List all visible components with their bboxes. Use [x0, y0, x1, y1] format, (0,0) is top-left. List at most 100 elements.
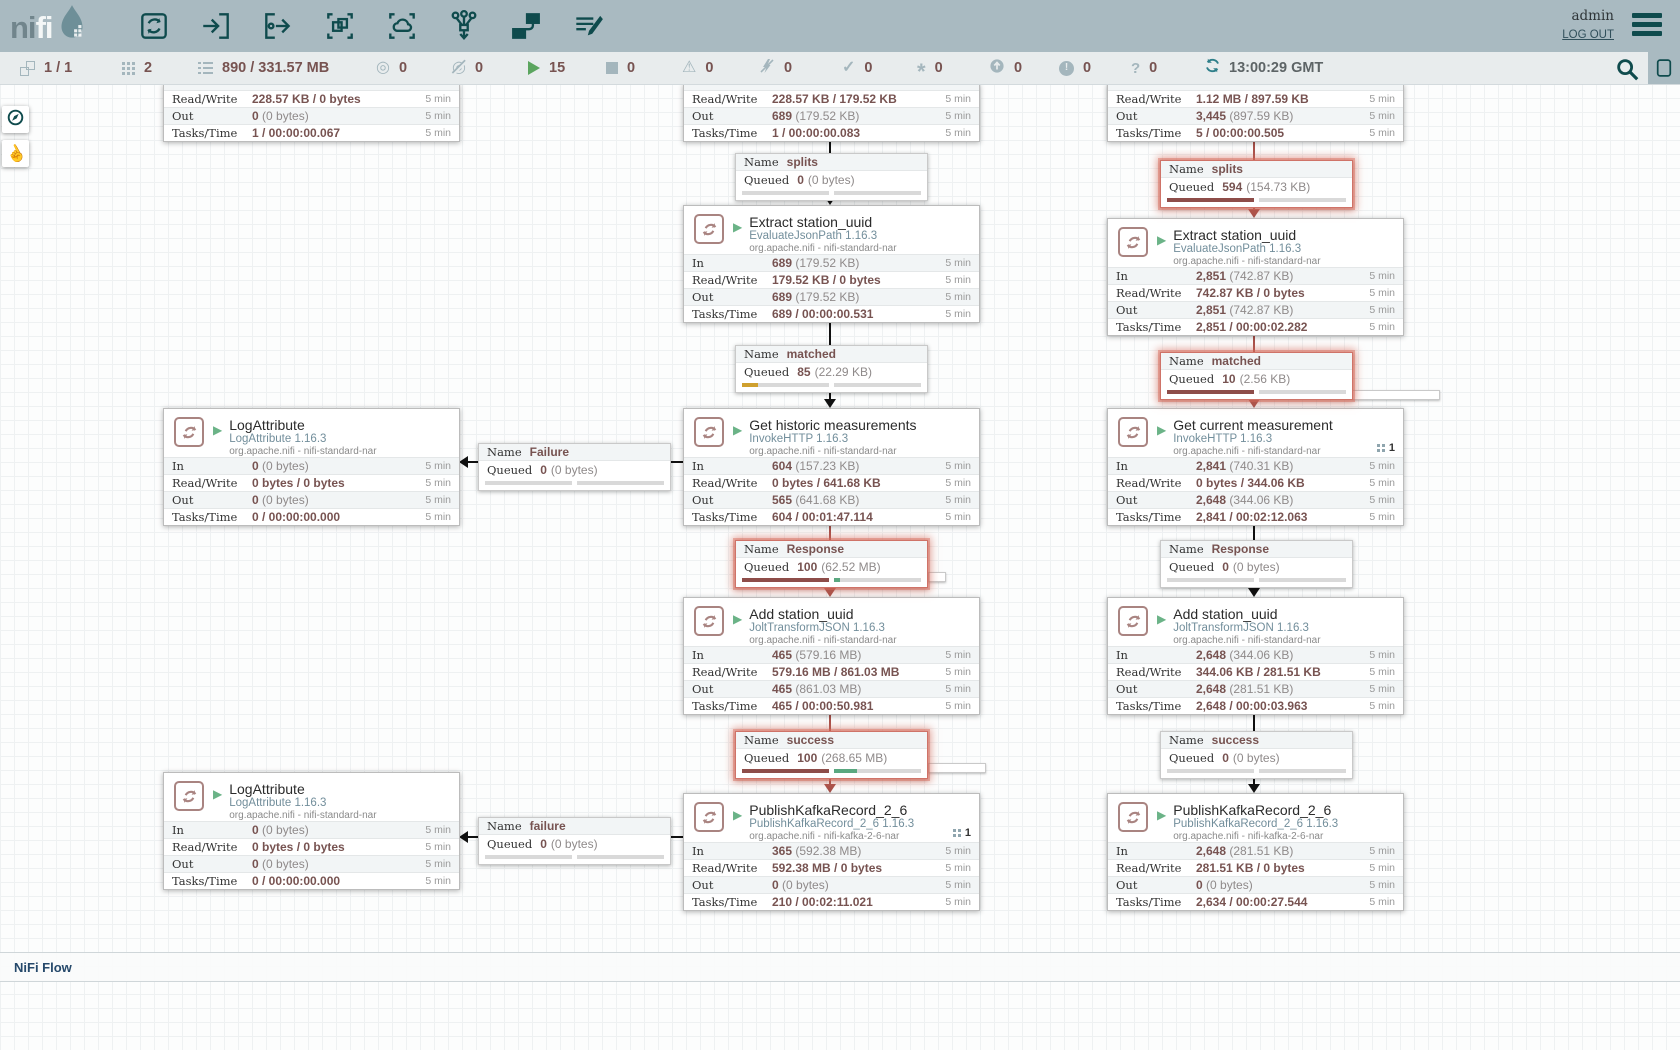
process-group-component-icon[interactable] [322, 8, 358, 44]
queued-count: 10 [1222, 372, 1235, 386]
processor-icon [694, 417, 724, 447]
stale-icon [989, 58, 1005, 79]
stat-value: 689 (179.52 KB) [772, 109, 935, 123]
connection-label[interactable]: Name success Queued 100 (268.65 MB) [735, 731, 928, 779]
hidden-connection-label-peek[interactable] [928, 572, 946, 582]
processor[interactable]: ▶ Add station_uuid JoltTransformJSON 1.1… [683, 597, 980, 715]
backpressure-bars [479, 852, 670, 864]
connection-label[interactable]: Name Response Queued 100 (62.52 MB) [735, 540, 928, 588]
connection-label[interactable]: Name matched Queued 85 (22.29 KB) [735, 345, 928, 393]
logout-link[interactable]: LOG OUT [1562, 26, 1614, 44]
stat-value: 2,648 (344.06 KB) [1196, 648, 1359, 662]
stat-label: Read/Write [692, 92, 772, 106]
stat-value: 0 / 00:00:00.000 [252, 510, 415, 524]
transmitting-icon: ◎ [376, 60, 390, 76]
processor[interactable]: ▶ LogAttribute LogAttribute 1.16.3 org.a… [163, 772, 460, 890]
stat-row: Out689 (179.52 KB)5 min [684, 288, 979, 305]
stat-row: Read/Write344.06 KB / 281.51 KB 5 min [1108, 663, 1403, 680]
label-component-icon[interactable] [570, 8, 606, 44]
processor[interactable]: ▶ Add station_uuid JoltTransformJSON 1.1… [1107, 597, 1404, 715]
stat-value: 2,634 / 00:00:27.544 [1196, 895, 1359, 909]
processor-header: ▶ LogAttribute LogAttribute 1.16.3 org.a… [164, 409, 459, 457]
processor[interactable]: ▶ PublishKafkaRecord_2_6 PublishKafkaRec… [683, 793, 980, 911]
stat-window: 5 min [415, 875, 451, 887]
processor-partial[interactable]: Read/Write1.12 MB / 897.59 KB 5 minOut3,… [1107, 84, 1404, 142]
operate-palette-toggle[interactable]: ☝ [2, 140, 29, 167]
stat-value: 0 (0 bytes) [252, 459, 415, 473]
processor-partial[interactable]: Read/Write228.57 KB / 179.52 KB 5 minOut… [683, 84, 980, 142]
template-component-icon[interactable] [508, 8, 544, 44]
stat-row: Out0 (0 bytes)5 min [164, 491, 459, 508]
stat-window: 5 min [935, 896, 971, 908]
stat-value: 0 bytes / 0 bytes [252, 840, 415, 854]
queued-size: (268.65 MB) [821, 751, 887, 765]
processor[interactable]: ▶ Extract station_uuid EvaluateJsonPath … [1107, 218, 1404, 336]
queued-size: (62.52 MB) [821, 560, 880, 574]
stat-value: 689 / 00:00:00.531 [772, 307, 935, 321]
hidden-connection-label-peek[interactable] [1352, 390, 1440, 400]
stopped-icon [606, 62, 618, 74]
stat-window: 5 min [935, 862, 971, 874]
connection-label[interactable]: Name splits Queued 594 (154.73 KB) [1160, 160, 1353, 208]
stat-label: Tasks/Time [692, 699, 772, 713]
remote-process-group-component-icon[interactable] [384, 8, 420, 44]
flow-canvas[interactable]: ☝ Read/Write228.57 KB / 0 bytes 5 minOut… [0, 84, 1680, 1050]
stat-value: 2,648 (281.51 KB) [1196, 844, 1359, 858]
count-backpressure-bar [742, 578, 829, 582]
connection-label[interactable]: Name Response Queued 0 (0 bytes) [1160, 540, 1353, 588]
up-to-date-status: ✓0 [842, 52, 872, 84]
refresh-icon[interactable] [1204, 57, 1221, 79]
stat-row: In0 (0 bytes)5 min [164, 457, 459, 474]
connection-label[interactable]: Name matched Queued 10 (2.56 KB) [1160, 352, 1353, 400]
stat-value: 604 (157.23 KB) [772, 459, 935, 473]
size-backpressure-bar [834, 383, 921, 387]
hidden-connection-label-peek[interactable] [928, 763, 986, 773]
stat-window: 5 min [415, 127, 451, 139]
connection-queued-label: Queued [487, 837, 532, 851]
stat-window: 5 min [415, 460, 451, 472]
connection-label[interactable]: Name success Queued 0 (0 bytes) [1160, 731, 1353, 779]
processor-partial[interactable]: Read/Write228.57 KB / 0 bytes 5 minOut0 … [163, 84, 460, 142]
processor-icon [694, 802, 724, 832]
stat-row: In604 (157.23 KB)5 min [684, 457, 979, 474]
running-icon [528, 61, 540, 75]
birdseye-toggle-icon[interactable] [1648, 52, 1680, 84]
stat-row: Read/Write592.38 MB / 0 bytes 5 min [684, 859, 979, 876]
connection-queued-label: Queued [1169, 372, 1214, 386]
connection-label[interactable]: Name Failure Queued 0 (0 bytes) [478, 443, 671, 491]
connection-label[interactable]: Name failure Queued 0 (0 bytes) [478, 817, 671, 865]
stat-window: 5 min [1359, 683, 1395, 695]
processor-component-icon[interactable] [136, 8, 172, 44]
search-icon[interactable] [1614, 56, 1640, 82]
processor[interactable]: ▶ Get historic measurements InvokeHTTP 1… [683, 408, 980, 526]
processor-name: Extract station_uuid [749, 214, 896, 230]
stat-window: 5 min [415, 824, 451, 836]
sync-failure-status: ?0 [1131, 52, 1157, 84]
stat-window: 5 min [415, 494, 451, 506]
stat-window: 5 min [1359, 304, 1395, 316]
running-status-icon: ▶ [1157, 809, 1166, 821]
processor[interactable]: ▶ Get current measurement InvokeHTTP 1.1… [1107, 408, 1404, 526]
processor[interactable]: ▶ LogAttribute LogAttribute 1.16.3 org.a… [163, 408, 460, 526]
breadcrumb-root[interactable]: NiFi Flow [14, 960, 72, 975]
stat-window: 5 min [935, 93, 971, 105]
navigate-palette-toggle[interactable] [2, 106, 29, 133]
stat-label: Read/Write [692, 665, 772, 679]
logo-text-fi: fi [36, 6, 53, 50]
stat-row: In2,648 (281.51 KB)5 min [1108, 842, 1403, 859]
global-menu-icon[interactable] [1632, 13, 1662, 37]
stat-value: 689 (179.52 KB) [772, 290, 935, 304]
stat-row: Tasks/Time689 / 00:00:00.531 5 min [684, 305, 979, 322]
stat-window: 5 min [935, 845, 971, 857]
processor[interactable]: ▶ Extract station_uuid EvaluateJsonPath … [683, 205, 980, 323]
connection-label[interactable]: Name splits Queued 0 (0 bytes) [735, 153, 928, 201]
stopped-status: 0 [606, 52, 635, 84]
processor[interactable]: ▶ PublishKafkaRecord_2_6 PublishKafkaRec… [1107, 793, 1404, 911]
connection-name-label: Name [1169, 733, 1204, 747]
output-port-component-icon[interactable] [260, 8, 296, 44]
input-port-component-icon[interactable] [198, 8, 234, 44]
connection-queued-label: Queued [744, 560, 789, 574]
stat-row: Out689 (179.52 KB)5 min [684, 107, 979, 124]
funnel-component-icon[interactable] [446, 8, 482, 44]
stat-value: 0 bytes / 0 bytes [252, 476, 415, 490]
